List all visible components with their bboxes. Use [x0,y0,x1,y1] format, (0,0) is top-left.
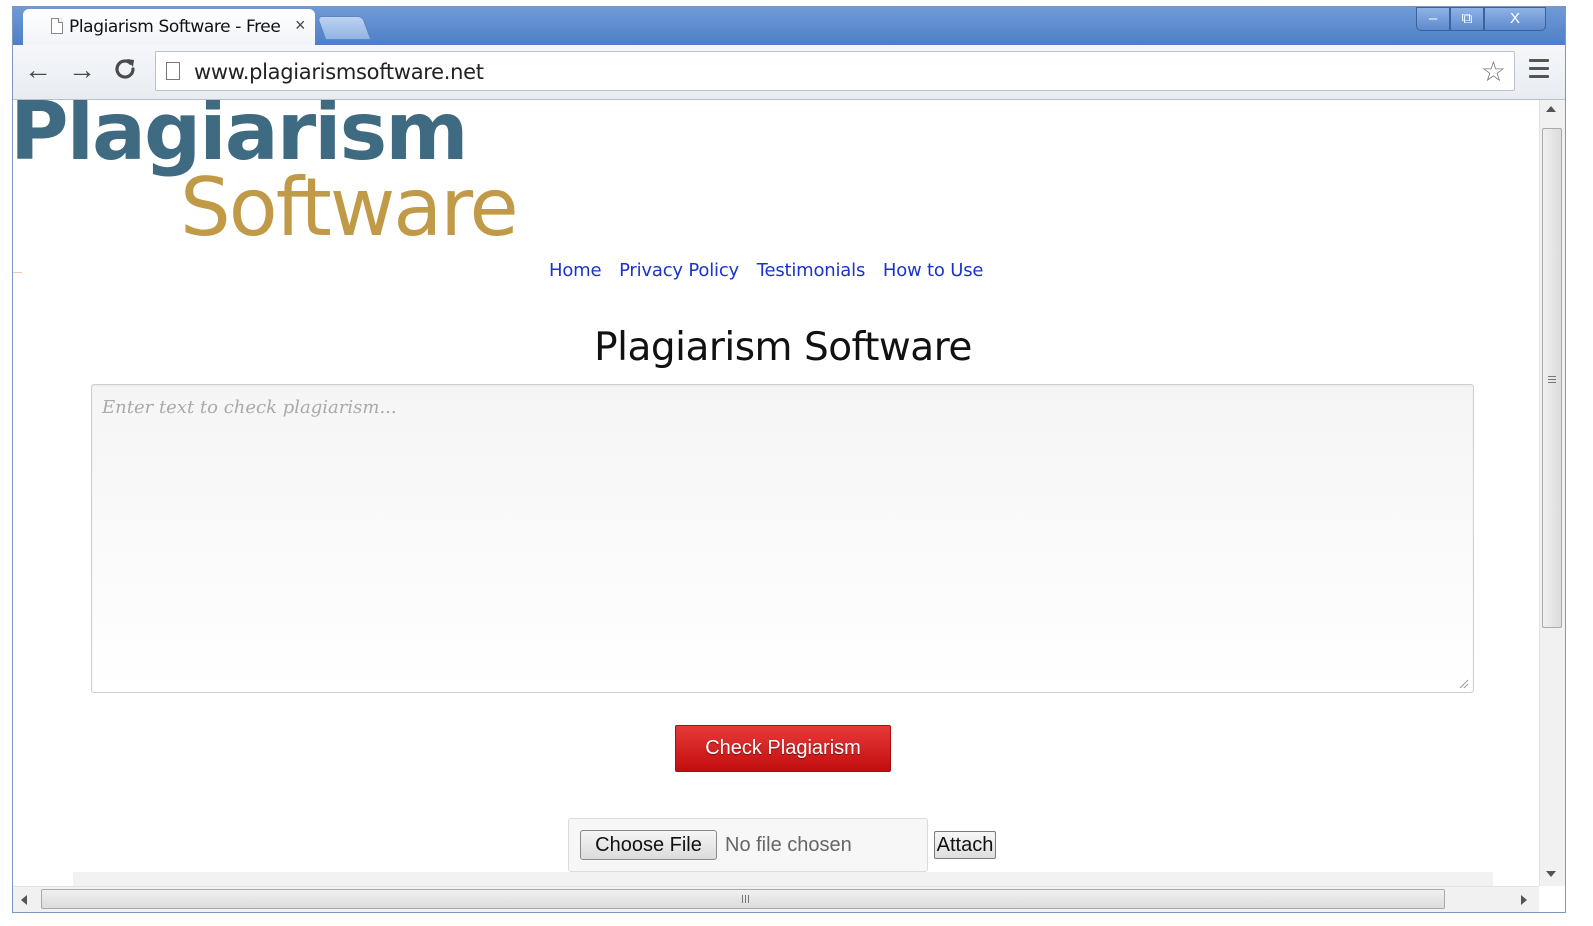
grip-icon [1548,376,1556,377]
file-upload-box: Choose File No file chosen [568,818,928,872]
horizontal-scroll-thumb[interactable] [41,889,1445,909]
window-restore-button[interactable]: ⧉ [1450,7,1484,31]
back-arrow-icon[interactable]: ← [23,56,53,86]
forward-arrow-icon[interactable]: → [67,56,97,86]
browser-window: Plagiarism Software - Free × – ⧉ X ← → w… [13,7,1565,912]
file-status-text: No file chosen [725,834,852,856]
vertical-scroll-thumb[interactable] [1542,128,1562,628]
grip-icon [742,895,743,903]
reload-icon[interactable] [110,56,140,86]
page-icon [166,62,180,80]
address-bar[interactable]: www.plagiarismsoftware.net ☆ [155,51,1515,91]
site-nav: Home Privacy Policy Testimonials How to … [549,260,995,281]
hamburger-menu-icon[interactable] [1529,59,1549,81]
nav-link-how-to-use[interactable]: How to Use [883,260,984,281]
nav-link-privacy-policy[interactable]: Privacy Policy [619,260,739,281]
new-tab-button[interactable] [316,16,372,40]
url-text[interactable]: www.plagiarismsoftware.net [194,60,484,84]
decorative-line [13,272,22,273]
tab-close-icon[interactable]: × [295,15,306,36]
page-title: Plagiarism Software [594,325,972,370]
attach-button[interactable]: Attach [934,831,996,859]
scroll-up-arrow-icon[interactable] [1546,106,1556,112]
browser-toolbar: ← → www.plagiarismsoftware.net ☆ [13,45,1565,100]
window-close-button[interactable]: X [1484,7,1546,31]
footer-strip [73,872,1493,886]
window-minimize-button[interactable]: – [1416,7,1450,31]
bookmark-star-icon[interactable]: ☆ [1481,55,1506,88]
logo-text-software[interactable]: Software [180,168,519,248]
scroll-left-arrow-icon[interactable] [21,895,27,905]
page-icon [51,18,63,34]
nav-link-testimonials[interactable]: Testimonials [757,260,866,281]
tab-title: Plagiarism Software - Free [69,17,281,37]
plagiarism-text-input[interactable] [91,384,1474,693]
nav-link-home[interactable]: Home [549,260,602,281]
choose-file-button[interactable]: Choose File [580,830,717,860]
vertical-scrollbar[interactable] [1539,100,1565,886]
horizontal-scrollbar[interactable] [13,886,1539,912]
title-bar: Plagiarism Software - Free × – ⧉ X [13,7,1565,45]
browser-tab[interactable]: Plagiarism Software - Free × [23,9,315,45]
scroll-right-arrow-icon[interactable] [1521,895,1527,905]
check-plagiarism-button[interactable]: Check Plagiarism [675,725,891,772]
scroll-down-arrow-icon[interactable] [1546,871,1556,877]
page-viewport: Plagiarism Software Home Privacy Policy … [13,100,1539,886]
resize-grip-icon[interactable] [1457,677,1469,689]
